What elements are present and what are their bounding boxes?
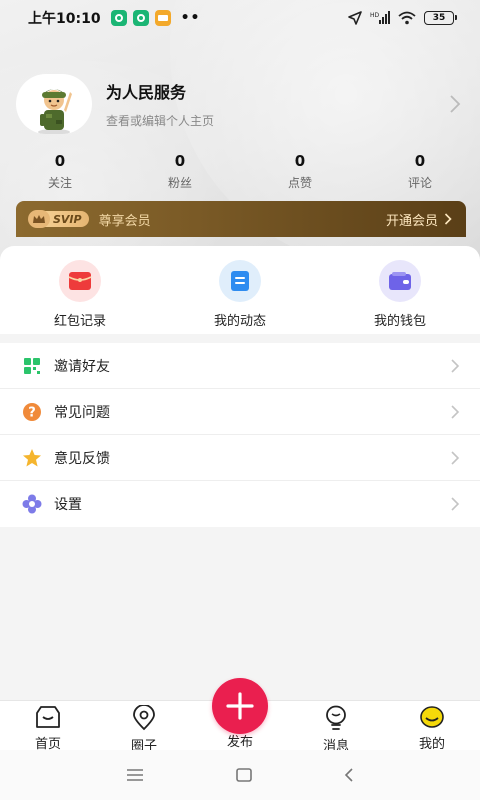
menu-item-label: 意见反馈 xyxy=(54,450,110,467)
settings-flower-icon xyxy=(22,494,42,514)
svg-text:?: ? xyxy=(28,405,36,420)
vip-banner[interactable]: SVIP 尊享会员 开通会员 xyxy=(16,201,466,237)
stat-label: 关注 xyxy=(47,176,72,190)
crown-icon xyxy=(28,210,50,228)
chevron-right-icon xyxy=(451,404,460,419)
wifi-icon xyxy=(398,11,416,25)
wallet-icon xyxy=(379,260,421,302)
open-vip-button[interactable]: 开通会员 xyxy=(386,210,452,229)
back-arrow-icon[interactable] xyxy=(344,768,354,782)
stat-label: 评论 xyxy=(407,176,432,190)
menu-item-faq[interactable]: ? 常见问题 xyxy=(0,389,480,435)
stat-value: 0 xyxy=(294,152,306,170)
feed-icon xyxy=(219,260,261,302)
tab-home[interactable]: 首页 xyxy=(0,701,96,752)
red-packet-icon xyxy=(59,260,101,302)
my-wallet-button[interactable]: 我的钱包 xyxy=(320,246,480,334)
red-packet-records-button[interactable]: 红包记录 xyxy=(0,246,160,334)
profile-smile-icon xyxy=(419,705,445,729)
quick-action-label: 我的动态 xyxy=(213,314,266,329)
more-notifications-icon: •• xyxy=(180,10,201,26)
menu-item-label: 邀请好友 xyxy=(54,358,110,375)
svg-text:HD: HD xyxy=(370,12,380,19)
chevron-right-icon[interactable] xyxy=(448,94,462,114)
svip-badge: SVIP xyxy=(28,210,89,228)
menu-item-settings[interactable]: 设置 xyxy=(0,481,480,527)
chevron-right-icon xyxy=(444,213,452,225)
battery-level: 35 xyxy=(432,13,446,23)
quick-action-label: 红包记录 xyxy=(53,314,106,329)
settings-menu: 邀请好友 ? 常见问题 意见反馈 设置 xyxy=(0,343,480,527)
bulb-message-icon xyxy=(323,705,349,731)
stat-value: 0 xyxy=(54,152,66,170)
message-notification-icon xyxy=(154,10,171,26)
menu-item-label: 设置 xyxy=(54,497,82,513)
menu-lines-icon[interactable] xyxy=(126,768,144,782)
stat-value: 0 xyxy=(174,152,186,170)
open-vip-label: 开通会员 xyxy=(385,213,438,229)
home-icon xyxy=(35,705,61,729)
stat-likes[interactable]: 0 点赞 xyxy=(240,152,360,192)
question-icon: ? xyxy=(22,402,42,422)
publish-button[interactable] xyxy=(212,678,268,734)
plus-icon xyxy=(226,692,254,720)
profile-subtitle: 查看或编辑个人主页 xyxy=(106,114,215,128)
chevron-right-icon xyxy=(451,358,460,373)
svip-tag: SVIP xyxy=(44,211,89,227)
stat-followers[interactable]: 0 粉丝 xyxy=(120,152,240,192)
signal-icon: HD xyxy=(370,11,390,24)
stat-comments[interactable]: 0 评论 xyxy=(360,152,480,192)
menu-item-label: 常见问题 xyxy=(54,404,110,421)
tab-messages[interactable]: 消息 xyxy=(288,701,384,754)
tab-circle[interactable]: 圈子 xyxy=(96,701,192,754)
location-arrow-icon xyxy=(348,11,362,25)
stat-value: 0 xyxy=(414,152,426,170)
battery-icon: 35 xyxy=(424,11,457,25)
stat-following[interactable]: 0 关注 xyxy=(0,152,120,192)
app-notification-icon xyxy=(110,10,127,26)
stat-label: 点赞 xyxy=(287,176,312,190)
profile-name: 为人民服务 xyxy=(106,83,187,102)
circle-location-icon xyxy=(131,705,157,731)
chevron-right-icon xyxy=(451,450,460,465)
status-time: 上午10:10 xyxy=(28,11,101,27)
invite-icon xyxy=(22,356,42,376)
app-notification-icon xyxy=(132,10,149,26)
quick-actions-card: 红包记录 我的动态 我的钱包 xyxy=(0,246,480,334)
quick-action-label: 我的钱包 xyxy=(373,314,426,329)
stat-label: 粉丝 xyxy=(167,176,192,190)
menu-item-feedback[interactable]: 意见反馈 xyxy=(0,435,480,481)
avatar[interactable] xyxy=(16,74,92,134)
my-feed-button[interactable]: 我的动态 xyxy=(160,246,320,334)
chevron-right-icon xyxy=(451,497,460,511)
tab-mine[interactable]: 我的 xyxy=(384,701,480,752)
status-bar: 上午10:10 •• HD 35 xyxy=(0,0,480,36)
feedback-star-icon xyxy=(22,448,42,468)
vip-label: 尊享会员 xyxy=(98,213,151,229)
profile-header[interactable]: 为人民服务 查看或编辑个人主页 xyxy=(16,72,464,136)
system-navigation-bar xyxy=(0,750,480,800)
menu-item-invite-friends[interactable]: 邀请好友 xyxy=(0,343,480,389)
home-square-icon[interactable] xyxy=(236,768,252,782)
profile-stats: 0 关注 0 粉丝 0 点赞 0 评论 xyxy=(0,152,480,192)
